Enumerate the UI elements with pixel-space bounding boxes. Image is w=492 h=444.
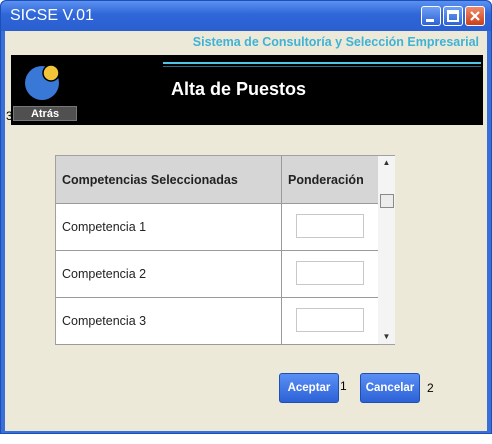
column-header-ponderacion[interactable]: Ponderación — [282, 156, 378, 204]
window-client-area: Sistema de Consultoría y Selección Empre… — [5, 31, 487, 431]
table-row[interactable]: Competencia 1 — [56, 204, 378, 251]
table-row[interactable]: Competencia 3 — [56, 298, 378, 345]
competencia-name: Competencia 2 — [56, 251, 282, 298]
minimize-icon — [426, 19, 434, 22]
back-button[interactable]: Atrás — [13, 106, 77, 121]
page-banner: Alta de Puestos Atrás — [11, 55, 483, 125]
table-row[interactable]: Competencia 2 — [56, 251, 378, 298]
competencia-name: Competencia 3 — [56, 298, 282, 345]
maximize-button[interactable] — [443, 6, 463, 26]
close-button[interactable] — [465, 6, 485, 26]
ponderacion-input[interactable] — [296, 308, 364, 332]
close-icon — [470, 11, 480, 21]
system-subtitle: Sistema de Consultoría y Selección Empre… — [192, 35, 479, 49]
banner-accent-line — [163, 62, 481, 64]
grid-header: Competencias Seleccionadas Ponderación — [56, 156, 378, 204]
scroll-thumb[interactable] — [380, 194, 394, 208]
scroll-down-arrow-icon[interactable]: ▼ — [378, 330, 395, 344]
cancel-annotation-marker: 2 — [427, 381, 434, 395]
app-window: SICSE V.01 Sistema de Consultoría y Sele… — [0, 0, 492, 434]
back-annotation-marker: 3 — [6, 109, 13, 123]
banner-accent-line-shadow — [163, 66, 481, 67]
column-header-competencias[interactable]: Competencias Seleccionadas — [56, 156, 282, 204]
maximize-icon — [447, 10, 459, 22]
ponderacion-input[interactable] — [296, 214, 364, 238]
accept-annotation-marker: 1 — [340, 379, 347, 393]
title-bar[interactable]: SICSE V.01 — [1, 1, 491, 31]
scroll-up-arrow-icon[interactable]: ▲ — [378, 156, 395, 170]
cancel-button[interactable]: Cancelar — [360, 373, 420, 403]
window-title: SICSE V.01 — [10, 7, 94, 24]
minimize-button[interactable] — [421, 6, 441, 26]
competencia-name: Competencia 1 — [56, 204, 282, 251]
ponderacion-input[interactable] — [296, 261, 364, 285]
competencias-grid: Competencias Seleccionadas Ponderación C… — [55, 155, 395, 345]
accept-button[interactable]: Aceptar — [279, 373, 339, 403]
grid-scrollbar[interactable]: ▲ ▼ — [378, 156, 395, 344]
circle-logo-icon — [25, 64, 60, 100]
page-title: Alta de Puestos — [171, 79, 307, 99]
